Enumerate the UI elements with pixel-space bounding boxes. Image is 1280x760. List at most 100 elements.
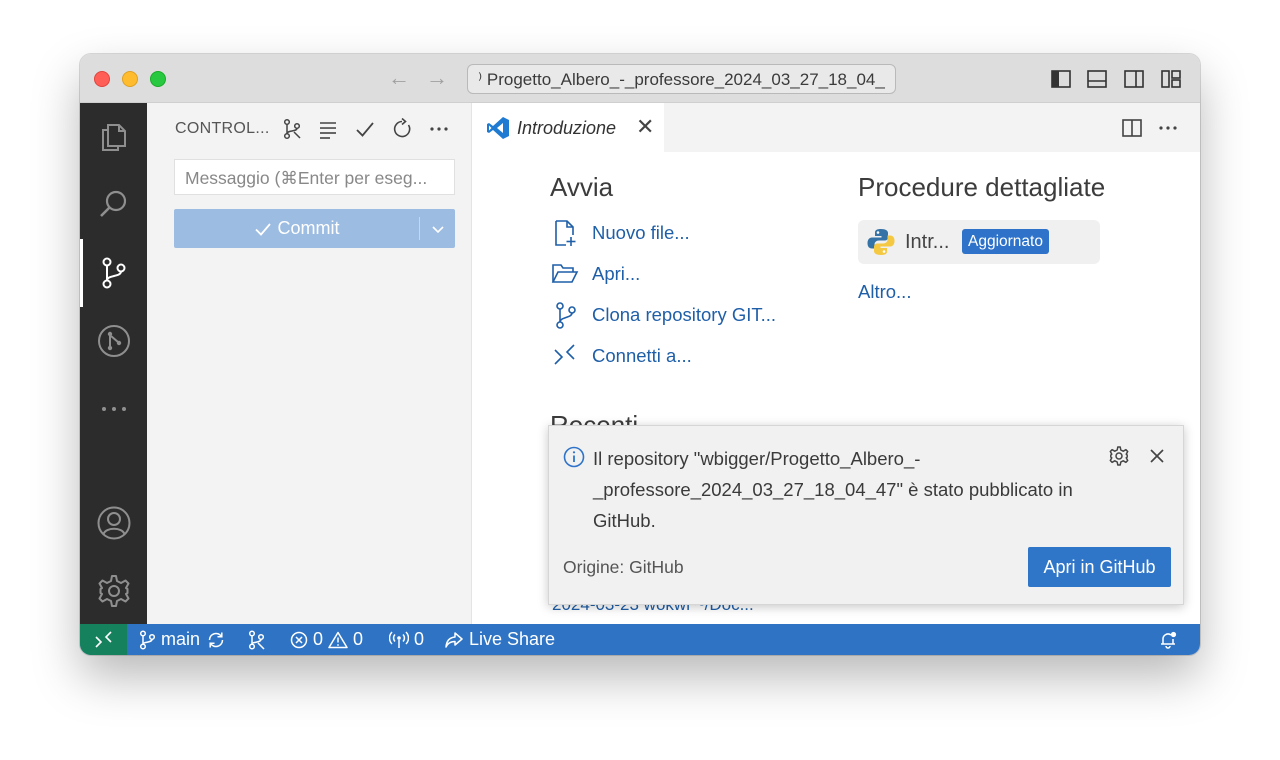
github-button[interactable] xyxy=(80,307,147,375)
remote-indicator[interactable] xyxy=(80,624,127,655)
live-share-label: Live Share xyxy=(469,629,556,649)
remote-icon xyxy=(94,630,112,648)
open-link[interactable]: Apri... xyxy=(550,259,640,289)
split-editor-button[interactable] xyxy=(1120,116,1144,140)
sync-icon xyxy=(208,632,224,647)
search-icon xyxy=(99,190,126,217)
list-icon xyxy=(320,122,336,139)
open-in-github-button[interactable]: Apri in GitHub xyxy=(1028,547,1171,587)
updated-badge: Aggiornato xyxy=(962,229,1049,254)
branch-graph-icon xyxy=(248,629,265,650)
toggle-primary-sidebar-icon[interactable] xyxy=(1050,68,1072,90)
branch-icon xyxy=(139,629,156,650)
chevron-down-icon xyxy=(431,225,444,233)
close-window-button[interactable] xyxy=(94,71,110,87)
branch-indicator[interactable]: main xyxy=(138,624,200,655)
view-graph-button[interactable] xyxy=(280,117,304,141)
toggle-secondary-sidebar-icon[interactable] xyxy=(1123,68,1145,90)
more-actions-button[interactable] xyxy=(427,117,451,141)
sync-button[interactable] xyxy=(206,624,226,655)
open-label: Apri... xyxy=(592,263,641,284)
view-as-list-button[interactable] xyxy=(316,117,340,141)
ellipsis-icon xyxy=(430,127,448,131)
source-control-icon xyxy=(102,257,125,289)
zoom-window-button[interactable] xyxy=(150,71,166,87)
manage-button[interactable] xyxy=(80,557,147,625)
github-pull-request-icon xyxy=(97,325,130,357)
title-bar: ← → ⁾ Progetto_Albero_-_professore_2024_… xyxy=(80,54,1200,103)
commit-button[interactable]: Commit xyxy=(174,209,419,248)
refresh-icon xyxy=(393,118,411,138)
commit-button-label: Commit xyxy=(277,218,340,238)
go-forward-arrow-icon[interactable]: → xyxy=(426,66,448,90)
more-walkthroughs-link[interactable]: Altro... xyxy=(858,281,911,303)
bell-icon xyxy=(1161,631,1177,649)
live-share-button[interactable]: Live Share xyxy=(444,624,555,655)
new-file-label: Nuovo file... xyxy=(592,222,690,243)
close-icon[interactable] xyxy=(1146,445,1168,467)
activity-bar xyxy=(80,103,147,624)
editor-tab-bar: Introduzione ✕ xyxy=(472,103,1200,152)
notification-source: Origine: GitHub xyxy=(563,557,684,577)
refresh-button[interactable] xyxy=(390,117,414,141)
commit-message-input[interactable]: Messaggio (⌘Enter per eseg... xyxy=(174,159,455,195)
broadcast-icon xyxy=(389,630,409,648)
command-center[interactable]: ⁾ Progetto_Albero_-_professore_2024_03_2… xyxy=(467,64,896,94)
sidebar-title: CONTROL... xyxy=(175,120,270,137)
info-icon xyxy=(563,446,585,468)
tab-introduzione[interactable]: Introduzione ✕ xyxy=(472,103,664,152)
error-count: 0 xyxy=(313,629,324,649)
commit-dropdown-button[interactable] xyxy=(420,209,455,248)
minimize-window-button[interactable] xyxy=(122,71,138,87)
branch-name: main xyxy=(161,629,201,649)
customize-layout-icon[interactable] xyxy=(1160,68,1182,90)
toggle-panel-icon[interactable] xyxy=(1086,68,1108,90)
commit-button-group: Commit xyxy=(174,209,455,248)
source-control-icon xyxy=(556,302,576,329)
ports-indicator[interactable]: 0 xyxy=(389,624,424,655)
connect-to-link[interactable]: Connetti a... xyxy=(550,341,692,371)
clone-repository-label: Clona repository GIT... xyxy=(592,304,777,325)
commit-check-button[interactable] xyxy=(353,117,377,141)
walkthrough-label: Intr... xyxy=(905,231,950,253)
gear-icon[interactable] xyxy=(1108,445,1130,467)
gear-icon xyxy=(98,575,129,607)
ports-count: 0 xyxy=(414,629,425,649)
folder-open-icon xyxy=(551,264,579,283)
tab-label: Introduzione xyxy=(517,118,617,138)
split-editor-icon xyxy=(1122,119,1142,137)
notifications-button[interactable] xyxy=(1158,624,1178,655)
account-icon xyxy=(97,506,130,540)
live-share-icon xyxy=(445,631,463,648)
notification-toast: Il repository "wbigger/Progetto_Albero_-… xyxy=(548,425,1184,605)
more-views-button[interactable] xyxy=(80,375,147,443)
warning-icon xyxy=(328,631,348,648)
python-logo-icon xyxy=(867,229,895,255)
graph-button[interactable] xyxy=(247,624,265,655)
notification-message: Il repository "wbigger/Progetto_Albero_-… xyxy=(593,448,1073,531)
remote-icon xyxy=(554,344,575,365)
connect-to-label: Connetti a... xyxy=(592,345,692,366)
new-file-link[interactable]: Nuovo file... xyxy=(550,218,690,248)
search-button[interactable] xyxy=(80,171,147,239)
close-icon[interactable]: ✕ xyxy=(636,115,654,139)
walkthroughs-section-title: Procedure dettagliate xyxy=(858,172,1106,202)
status-bar: main 0 0 0 Live Share xyxy=(80,624,1200,655)
ellipsis-icon xyxy=(1159,126,1177,130)
vscode-window: ← → ⁾ Progetto_Albero_-_professore_2024_… xyxy=(80,54,1200,655)
explorer-button[interactable] xyxy=(80,103,147,171)
source-control-button[interactable] xyxy=(80,239,147,307)
start-section-title: Avvia xyxy=(550,172,614,202)
branch-graph-icon xyxy=(283,118,301,140)
accounts-button[interactable] xyxy=(80,489,147,557)
check-icon xyxy=(356,122,374,137)
go-back-arrow-icon[interactable]: ← xyxy=(388,66,410,90)
check-icon xyxy=(254,222,271,236)
editor-more-actions-button[interactable] xyxy=(1156,116,1180,140)
ellipsis-icon xyxy=(101,407,126,411)
walkthrough-card[interactable]: Intr... Aggiornato xyxy=(858,220,1100,264)
vscode-logo-icon xyxy=(487,117,509,139)
clone-repository-link[interactable]: Clona repository GIT... xyxy=(550,300,776,330)
problems-indicator[interactable]: 0 0 xyxy=(290,624,363,655)
new-file-icon xyxy=(555,220,576,246)
